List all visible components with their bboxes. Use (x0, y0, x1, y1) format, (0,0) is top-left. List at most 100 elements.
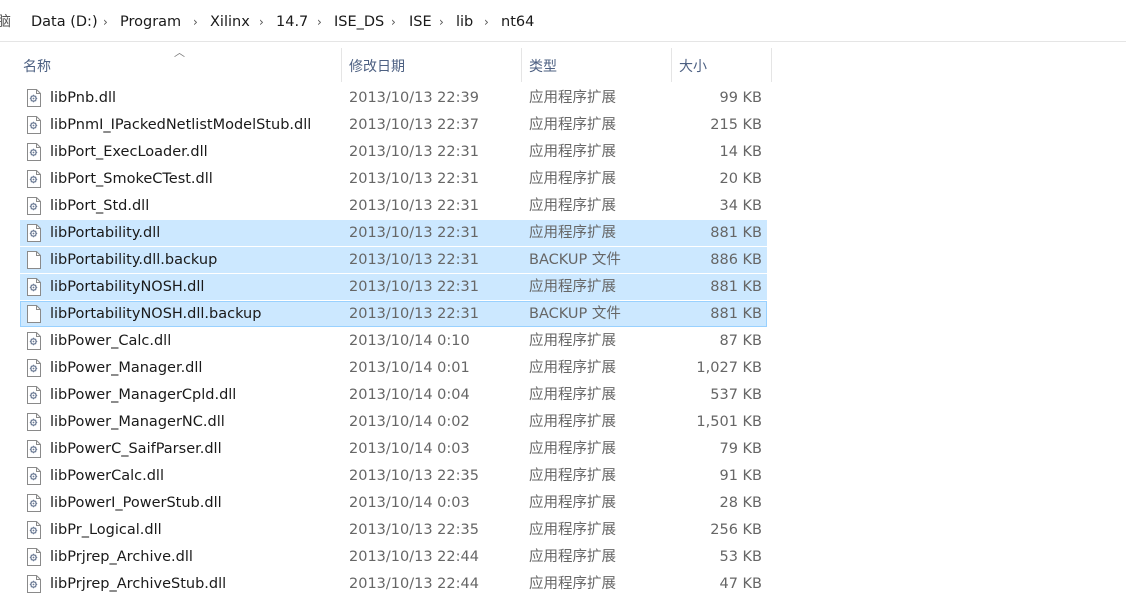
file-name: libPort_SmokeCTest.dll (50, 171, 213, 187)
file-type: BACKUP 文件 (529, 252, 621, 268)
dll-icon (27, 386, 41, 404)
file-row[interactable]: libPort_SmokeCTest.dll 2013/10/13 22:31 应用… (20, 166, 767, 192)
file-type: 应用程序扩展 (529, 198, 616, 214)
file-size: 79 KB (719, 441, 762, 457)
file-size: 53 KB (719, 549, 762, 565)
file-name: libPort_ExecLoader.dll (50, 144, 208, 160)
file-type: 应用程序扩展 (529, 441, 616, 457)
file-name: libPower_Calc.dll (50, 333, 172, 349)
file-row[interactable]: libPowerC_SaifParser.dll 2013/10/14 0:03 应… (20, 436, 767, 462)
address-bar[interactable]: 脑 Data (D:) › Program › Xilinx › 14.7 › … (0, 0, 1126, 42)
file-date: 2013/10/13 22:31 (349, 171, 479, 187)
file-row[interactable]: libPower_ManagerCpld.dll 2013/10/14 0:04 应… (20, 382, 767, 408)
file-size: 14 KB (719, 144, 762, 160)
file-row[interactable]: libPower_Manager.dll 2013/10/14 0:01 应用程序扩… (20, 355, 767, 381)
dll-icon (27, 278, 41, 296)
file-name: libPnb.dll (50, 90, 117, 106)
file-row[interactable]: libPr_Logical.dll 2013/10/13 22:35 应用程序扩展 2… (20, 517, 767, 543)
file-size: 20 KB (719, 171, 762, 187)
file-icon (27, 251, 41, 269)
breadcrumb-item-ise[interactable]: ISE (409, 12, 432, 32)
breadcrumb-item-version[interactable]: 14.7 (276, 12, 308, 32)
breadcrumb-item-program[interactable]: Program (120, 12, 181, 32)
file-row[interactable]: libPowerCalc.dll 2013/10/13 22:35 应用程序扩展 91… (20, 463, 767, 489)
file-row[interactable]: libPowerI_PowerStub.dll 2013/10/14 0:03 应用… (20, 490, 767, 516)
file-row[interactable]: libPower_Calc.dll 2013/10/14 0:10 应用程序扩展 87… (20, 328, 767, 354)
breadcrumb-item-xilinx[interactable]: Xilinx (210, 12, 250, 32)
file-size: 886 KB (710, 252, 762, 268)
file-row[interactable]: libPnb.dll 2013/10/13 22:39 应用程序扩展 99 KB (20, 85, 767, 111)
file-date: 2013/10/13 22:39 (349, 90, 479, 106)
file-name: libPrjrep_ArchiveStub.dll (50, 576, 227, 592)
dll-icon (27, 89, 41, 107)
file-name: libPortability.dll.backup (50, 252, 218, 268)
file-name: libPowerCalc.dll (50, 468, 164, 484)
file-date: 2013/10/13 22:35 (349, 468, 479, 484)
file-date: 2013/10/14 0:04 (349, 387, 470, 403)
file-date: 2013/10/13 22:31 (349, 279, 479, 295)
column-header-type[interactable]: 类型 (521, 48, 671, 88)
file-row[interactable]: libPort_ExecLoader.dll 2013/10/13 22:31 应用… (20, 139, 767, 165)
breadcrumb-item-ise-ds[interactable]: ISE_DS (334, 12, 384, 32)
file-row[interactable]: libPnmI_IPackedNetlistModelStub.dll 2013/… (20, 112, 767, 138)
dll-icon (27, 224, 41, 242)
file-row[interactable]: libPrjrep_ArchiveStub.dll 2013/10/13 22:4… (20, 571, 767, 597)
breadcrumb-separator[interactable]: › (317, 12, 322, 32)
file-name: libPortability.dll (50, 225, 161, 241)
file-size: 1,027 KB (696, 360, 762, 376)
dll-icon (27, 575, 41, 593)
breadcrumb-separator[interactable]: › (484, 12, 489, 32)
file-name: libPrjrep_Archive.dll (50, 549, 193, 565)
dll-icon (27, 494, 41, 512)
dll-icon (27, 440, 41, 458)
file-type: 应用程序扩展 (529, 90, 616, 106)
file-date: 2013/10/13 22:31 (349, 198, 479, 214)
file-row[interactable]: libPortabilityNOSH.dll.backup 2013/10/13 … (20, 301, 767, 327)
file-name: libPr_Logical.dll (50, 522, 162, 538)
breadcrumb-separator[interactable]: › (103, 12, 108, 32)
breadcrumb-item-lib[interactable]: lib (456, 12, 473, 32)
file-type: 应用程序扩展 (529, 225, 616, 241)
breadcrumb-item-nt64[interactable]: nt64 (501, 12, 534, 32)
file-row[interactable]: libPower_ManagerNC.dll 2013/10/14 0:02 应用程… (20, 409, 767, 435)
dll-icon (27, 359, 41, 377)
file-size: 256 KB (710, 522, 762, 538)
file-row[interactable]: libPort_Std.dll 2013/10/13 22:31 应用程序扩展 34 … (20, 193, 767, 219)
file-row[interactable]: libPrjrep_Archive.dll 2013/10/13 22:44 应用程… (20, 544, 767, 570)
file-type: 应用程序扩展 (529, 414, 616, 430)
file-size: 99 KB (719, 90, 762, 106)
file-size: 881 KB (710, 306, 762, 322)
file-size: 881 KB (710, 225, 762, 241)
file-size: 47 KB (719, 576, 762, 592)
column-header-date[interactable]: 修改日期 (341, 48, 521, 88)
file-type: 应用程序扩展 (529, 117, 616, 133)
breadcrumb-separator[interactable]: › (391, 12, 396, 32)
file-type: 应用程序扩展 (529, 522, 616, 538)
file-name: libPortabilityNOSH.dll.backup (50, 306, 262, 322)
file-date: 2013/10/13 22:44 (349, 576, 479, 592)
file-name: libPower_ManagerCpld.dll (50, 387, 237, 403)
file-type: 应用程序扩展 (529, 360, 616, 376)
file-row[interactable]: libPortability.dll.backup 2013/10/13 22:3… (20, 247, 767, 273)
breadcrumb-separator[interactable]: › (193, 12, 198, 32)
dll-icon (27, 413, 41, 431)
dll-icon (27, 332, 41, 350)
dll-icon (27, 548, 41, 566)
column-header-name[interactable]: 名称 (15, 48, 341, 88)
file-type: 应用程序扩展 (529, 333, 616, 349)
file-type: 应用程序扩展 (529, 387, 616, 403)
file-type: 应用程序扩展 (529, 495, 616, 511)
breadcrumb-separator[interactable]: › (259, 12, 264, 32)
file-size: 1,501 KB (696, 414, 762, 430)
file-type: 应用程序扩展 (529, 549, 616, 565)
breadcrumb-item-data-drive[interactable]: Data (D:) (31, 12, 98, 32)
file-type: 应用程序扩展 (529, 468, 616, 484)
file-size: 87 KB (719, 333, 762, 349)
file-type: 应用程序扩展 (529, 144, 616, 160)
column-divider[interactable] (771, 48, 772, 82)
file-date: 2013/10/13 22:31 (349, 225, 479, 241)
column-header-size[interactable]: 大小 (671, 48, 771, 88)
file-row[interactable]: libPortabilityNOSH.dll 2013/10/13 22:31 应用… (20, 274, 767, 300)
breadcrumb-separator[interactable]: › (439, 12, 444, 32)
file-row[interactable]: libPortability.dll 2013/10/13 22:31 应用程序扩展… (20, 220, 767, 246)
